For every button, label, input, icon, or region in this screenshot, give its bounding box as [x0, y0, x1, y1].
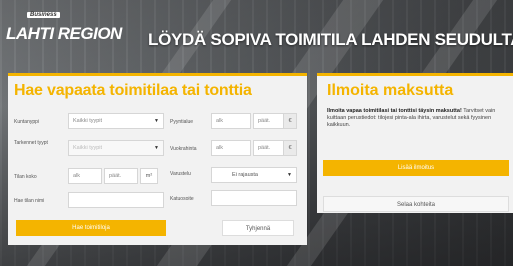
browse-listings-button[interactable]: Selaa kohteita	[323, 196, 509, 212]
address-input[interactable]	[211, 190, 297, 206]
plot-area-unit: m²	[140, 168, 158, 184]
premises-type-select[interactable]: Kaikki tyypit ▼	[68, 140, 164, 156]
area-min-input[interactable]: alk	[211, 113, 251, 129]
promo-description: Ilmoita vapaa toimitilasi tai tonttisi t…	[327, 108, 507, 129]
page-headline: LÖYDÄ SOPIVA TOIMITILA LAHDEN SEUDULTA	[148, 30, 513, 49]
keyword-input[interactable]	[68, 192, 164, 208]
area-unit: €	[283, 114, 296, 128]
municipality-select[interactable]: Kaikki tyypit ▼	[68, 113, 164, 129]
fixtures-select[interactable]: Ei rajausta ▼	[211, 167, 297, 183]
area-max-input[interactable]: päät. €	[253, 113, 297, 129]
area-label: Pyyntialue	[170, 119, 194, 125]
fixtures-label: Varustelu	[170, 171, 191, 177]
chevron-down-icon: ▼	[287, 172, 292, 178]
lahti-region-logo[interactable]: Business LAHTI REGION	[6, 12, 122, 44]
rent-max-value: päät.	[258, 145, 271, 151]
area-max-value: päät.	[258, 118, 271, 124]
search-button[interactable]: Hae toimitiloja	[16, 220, 166, 236]
municipality-value: Kaikki tyypit	[73, 118, 103, 124]
address-label: Katuosoite	[170, 196, 194, 202]
rent-unit: €	[283, 141, 296, 155]
plot-area-min-input[interactable]: alk	[68, 168, 102, 184]
municipality-label: Kuntanyppi	[14, 119, 40, 125]
add-listing-button[interactable]: Lisää ilmoitus	[323, 160, 509, 176]
keyword-label: Hae tilan nimi	[14, 198, 45, 204]
chevron-down-icon: ▼	[154, 145, 159, 151]
premises-type-label: Tarkennet tyypt	[14, 140, 48, 146]
rent-max-input[interactable]: päät. €	[253, 140, 297, 156]
promo-title: Ilmoita maksutta	[327, 82, 454, 99]
rent-min-input[interactable]: alk	[211, 140, 251, 156]
promo-description-bold: Ilmoita vapaa toimitilasi tai tonttisi t…	[327, 108, 462, 114]
logo-business-tag: Business	[27, 12, 60, 18]
promo-panel: Ilmoita maksutta Ilmoita vapaa toimitila…	[317, 73, 513, 213]
search-panel: Hae vapaata toimitilaa tai tonttia Kunta…	[8, 73, 307, 245]
fixtures-value: Ei rajausta	[232, 172, 258, 178]
search-title: Hae vapaata toimitilaa tai tonttia	[14, 82, 252, 99]
rent-label: Vuokrahinta	[170, 146, 197, 152]
logo-name: LAHTI REGION	[6, 24, 122, 43]
premises-type-value: Kaikki tyypit	[73, 145, 103, 151]
reset-button[interactable]: Tyhjennä	[222, 220, 294, 236]
chevron-down-icon: ▼	[154, 118, 159, 124]
plot-area-label: Tilan koko	[14, 174, 37, 180]
plot-area-max-input[interactable]: päät.	[104, 168, 138, 184]
